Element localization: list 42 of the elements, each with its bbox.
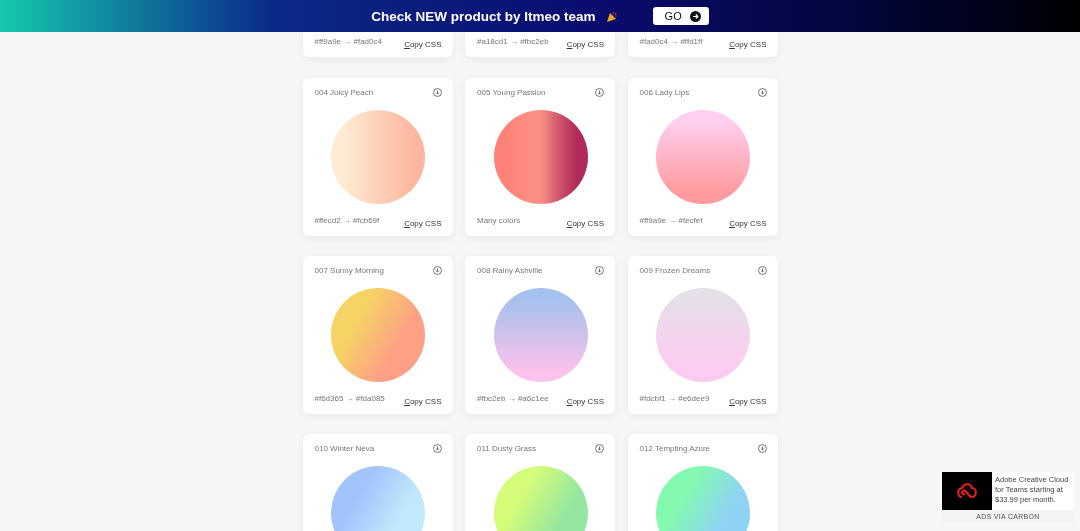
party-popper-icon: [605, 9, 619, 23]
gradient-colors: #ff9a9e → #fad0c4: [314, 37, 382, 46]
download-icon[interactable]: [432, 443, 442, 453]
gradient-colors: #fbc2eb → #a6c1ee: [477, 394, 549, 403]
gradient-title: 006 Lady Lips: [639, 87, 690, 97]
download-icon[interactable]: [595, 443, 604, 453]
gradient-colors: #a18cd1 → #fbc2eb: [477, 37, 549, 46]
copy-css-button[interactable]: Copy CSS: [404, 40, 442, 49]
copy-css-button[interactable]: Copy CSS: [566, 40, 604, 49]
gradient-title: 007 Sunny Morning: [314, 265, 384, 275]
gradient-title: 012 Tempting Azure: [639, 443, 711, 453]
banner-text: Check NEW product by Itmeo team: [371, 8, 596, 24]
copy-css-button[interactable]: Copy CSS: [566, 219, 604, 228]
gradient-title: 009 Frozen Dreams: [639, 265, 711, 275]
gradient-title: 010 Winter Neva: [314, 443, 375, 453]
go-button[interactable]: GO: [652, 7, 709, 25]
download-icon[interactable]: [595, 265, 604, 275]
gradient-colors: #f6d365 → #fda085: [314, 394, 385, 403]
copy-css-button[interactable]: Copy CSS: [404, 219, 442, 228]
gradient-colors: #fad0c4 → #ffd1ff: [639, 37, 703, 46]
download-icon[interactable]: [757, 443, 767, 453]
download-icon[interactable]: [432, 265, 442, 275]
gradient-title: 008 Rainy Ashville: [477, 265, 543, 275]
copy-css-button[interactable]: Copy CSS: [404, 397, 442, 406]
copy-css-button[interactable]: Copy CSS: [729, 40, 767, 49]
copy-css-button[interactable]: Copy CSS: [729, 219, 767, 228]
gradient-title: 005 Young Passion: [477, 87, 546, 97]
gradient-title: 004 Juicy Peach: [314, 87, 374, 97]
download-icon[interactable]: [757, 87, 767, 97]
gradient-colors: Many colors: [477, 216, 521, 225]
download-icon[interactable]: [595, 87, 604, 97]
download-icon[interactable]: [432, 87, 442, 97]
gradient-colors: #fdcbf1 → #e6dee9: [639, 394, 710, 403]
gradient-colors: #ff9a9e → #fecfef: [639, 216, 703, 225]
download-icon[interactable]: [757, 265, 767, 275]
copy-css-button[interactable]: Copy CSS: [566, 397, 604, 406]
copy-css-button[interactable]: Copy CSS: [729, 397, 767, 406]
ad-image[interactable]: [942, 472, 992, 510]
gradient-colors: #ffecd2 → #fcb69f: [314, 216, 380, 225]
gradient-title: 011 Dusty Grass: [477, 443, 536, 453]
arrow-icon: [689, 10, 701, 22]
logo-icon: [956, 482, 978, 500]
